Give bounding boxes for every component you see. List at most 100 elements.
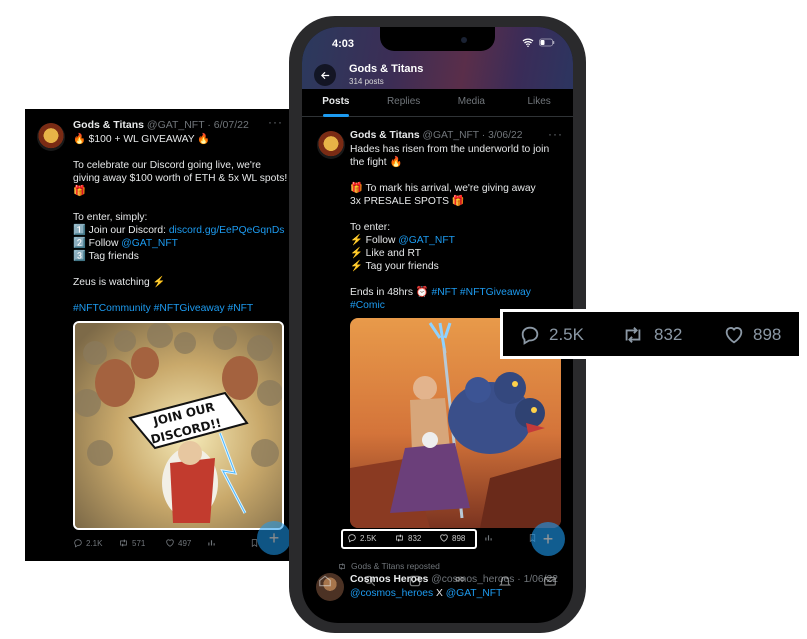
step-text: 2️⃣ Follow <box>73 238 122 249</box>
mention-link[interactable]: @GAT_NFT <box>398 235 455 246</box>
like-button[interactable]: 898 <box>723 324 781 346</box>
tweet-line: 1️⃣ Join our Discord: discord.gg/EePQeGq… <box>73 224 291 237</box>
profile-tabs: Posts Replies Media Likes <box>302 89 573 117</box>
tweet-date[interactable]: · 6/07/22 <box>207 119 248 131</box>
tweet-line: ⚡ Tag your friends <box>350 261 439 272</box>
retweet-icon <box>396 534 403 542</box>
tweet-line: To enter, simply: <box>73 212 148 223</box>
tweet-line: giving away $100 worth of ETH & 5x WL sp… <box>73 173 288 184</box>
mail-icon[interactable] <box>543 574 557 588</box>
author-name[interactable]: Gods & Titans <box>350 130 420 141</box>
retweet-count: 832 <box>654 325 683 344</box>
reply-icon <box>348 534 356 543</box>
like-count: 898 <box>452 533 466 543</box>
heart-icon <box>166 539 174 547</box>
reply-icon <box>74 539 82 548</box>
reply-button[interactable]: 2.5K <box>347 533 376 543</box>
status-icons <box>522 38 555 47</box>
comic-illustration: JOIN OUR DISCORD!! <box>75 323 282 528</box>
analytics-button[interactable] <box>207 538 216 547</box>
tab-posts[interactable]: Posts <box>302 89 370 117</box>
grok-icon[interactable] <box>408 574 422 588</box>
compose-post-button[interactable]: + <box>531 522 565 556</box>
retweet-count: 832 <box>408 533 422 543</box>
compose-post-button[interactable]: + <box>257 521 291 555</box>
tweet-header: Gods & Titans @GAT_NFT · 3/06/22 <box>350 130 522 141</box>
back-arrow-icon <box>320 71 329 79</box>
like-count: 898 <box>753 325 782 344</box>
reply-button[interactable]: 2.5K <box>519 324 584 346</box>
more-options-icon[interactable]: ··· <box>268 115 283 129</box>
wifi-icon <box>522 38 534 47</box>
bottom-navigation <box>302 569 573 593</box>
tweet-image-comic[interactable]: JOIN OUR DISCORD!! <box>73 321 284 530</box>
tweet-line: ⚡ Like and RT <box>350 248 422 259</box>
retweet-button[interactable]: 832 <box>394 533 421 543</box>
tweet-text: 🔥 $100 + WL GIVEAWAY 🔥 To celebrate our … <box>73 133 291 315</box>
reply-count: 2.5K <box>549 325 584 344</box>
step-text: ⚡ Follow <box>350 235 399 246</box>
like-count: 497 <box>178 538 192 548</box>
tweet-line: 🎁 <box>73 186 86 197</box>
plus-icon: + <box>542 528 554 549</box>
mention-link[interactable]: @GAT_NFT <box>121 238 178 249</box>
discord-link[interactable]: discord.gg/EePQeGqnDs <box>169 225 285 236</box>
tweet-line: Hades has risen from the underworld to j… <box>350 144 550 155</box>
retweet-button[interactable]: 832 <box>620 324 682 346</box>
step-text: 1️⃣ Join our Discord: <box>73 225 169 236</box>
camera-dot <box>461 37 467 43</box>
analytics-button[interactable] <box>484 533 493 542</box>
plus-icon: + <box>268 527 280 548</box>
tweet-line: 3️⃣ Tag friends <box>73 251 139 262</box>
retweet-icon <box>120 539 127 547</box>
hashtags-link[interactable]: #NFT #NFTGiveaway <box>432 287 531 298</box>
heart-icon <box>440 534 448 542</box>
tweet-line: 🔥 $100 + WL GIVEAWAY 🔥 <box>73 134 211 145</box>
tab-replies[interactable]: Replies <box>370 89 438 116</box>
tab-media[interactable]: Media <box>438 89 506 116</box>
profile-name: Gods & Titans <box>349 63 424 75</box>
left-tweet-card: Gods & Titans @GAT_NFT · 6/07/22 ··· 🔥 $… <box>25 109 295 561</box>
bell-icon[interactable] <box>498 574 512 588</box>
tab-likes[interactable]: Likes <box>505 89 573 116</box>
like-button[interactable]: 898 <box>439 533 465 543</box>
retweet-button[interactable]: 571 <box>118 538 145 548</box>
ends-text: Ends in 48hrs ⏰ <box>350 287 432 298</box>
tweet-date[interactable]: · 3/06/22 <box>482 130 523 141</box>
retweet-count: 571 <box>132 538 146 548</box>
search-icon[interactable] <box>363 574 377 588</box>
author-handle[interactable]: @GAT_NFT <box>147 119 205 131</box>
battery-icon <box>539 38 555 47</box>
zoomed-engagement-callout: 2.5K 832 898 <box>500 309 802 359</box>
author-name[interactable]: Gods & Titans <box>73 119 144 131</box>
tweet-line: 2️⃣ Follow @GAT_NFT <box>73 237 291 250</box>
avatar[interactable] <box>37 123 65 151</box>
analytics-icon <box>208 540 215 546</box>
tweet-line: To celebrate our Discord going live, we'… <box>73 160 261 171</box>
analytics-icon <box>485 535 492 541</box>
tweet-header: Gods & Titans @GAT_NFT · 6/07/22 <box>73 119 249 131</box>
post-count: 314 posts <box>349 77 384 86</box>
phone-notch <box>380 27 495 51</box>
tweet-line: 3x PRESALE SPOTS 🎁 <box>350 196 465 207</box>
home-icon[interactable] <box>318 574 332 588</box>
tweet-line: the fight 🔥 <box>350 157 403 168</box>
hashtags-link[interactable]: #NFTCommunity #NFTGiveaway #NFT <box>73 302 291 315</box>
status-time: 4:03 <box>332 38 355 50</box>
back-button[interactable] <box>314 64 336 86</box>
tweet-text: Hades has risen from the underworld to j… <box>350 143 565 312</box>
avatar[interactable] <box>317 131 345 159</box>
like-button[interactable]: 497 <box>165 538 191 548</box>
author-handle[interactable]: @GAT_NFT <box>423 130 479 141</box>
reply-button[interactable]: 2.1K <box>73 538 102 548</box>
tweet-line: Ends in 48hrs ⏰ #NFT #NFTGiveaway <box>350 286 565 299</box>
tweet-line: To enter: <box>350 222 391 233</box>
more-options-icon[interactable]: ··· <box>548 127 563 141</box>
retweet-icon <box>625 327 641 343</box>
communities-icon[interactable] <box>453 574 467 588</box>
heart-icon <box>725 327 743 344</box>
tweet-line: 🎁 To mark his arrival, we're giving away <box>350 183 536 194</box>
reply-count: 2.5K <box>360 533 377 543</box>
reply-icon <box>521 326 539 345</box>
tweet-line: Zeus is watching ⚡ <box>73 277 166 288</box>
